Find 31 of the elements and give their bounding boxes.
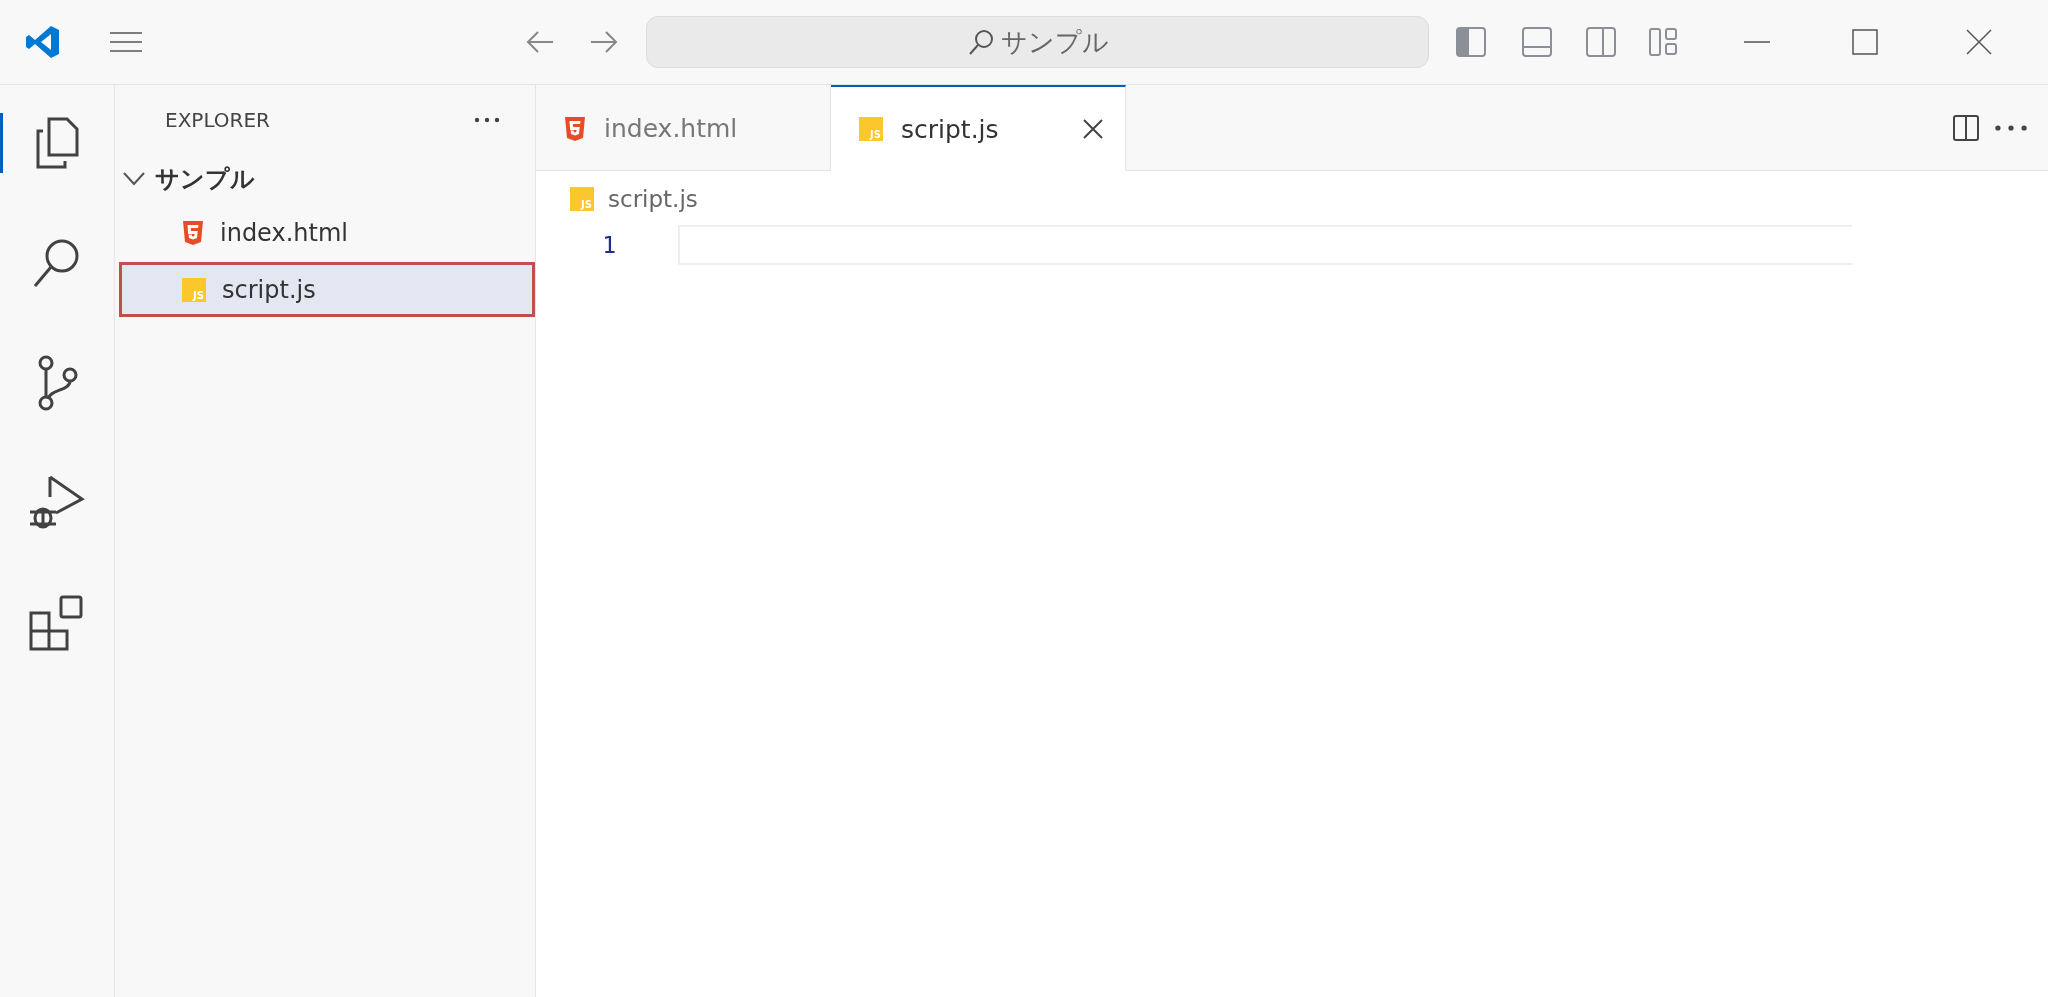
menu-icon[interactable]: [108, 30, 144, 54]
search-field[interactable]: サンプル: [646, 16, 1429, 68]
close-icon[interactable]: [1966, 29, 1992, 55]
js-file-icon: JS: [182, 277, 206, 302]
back-arrow-icon[interactable]: [525, 30, 555, 54]
html-file-icon: [564, 115, 586, 142]
search-icon: [966, 28, 995, 56]
branch-icon[interactable]: [36, 355, 78, 411]
editor-tab[interactable]: JS script.js: [831, 85, 1126, 171]
app-logo-icon: [25, 24, 61, 60]
line-number: 1: [601, 232, 616, 258]
split-layout-icon[interactable]: [1585, 26, 1617, 58]
extensions-icon[interactable]: [28, 594, 86, 652]
sidebar-layout-icon[interactable]: [1455, 26, 1487, 58]
panel-layout-icon[interactable]: [1521, 26, 1553, 58]
customize-layout-icon[interactable]: [1648, 27, 1678, 57]
files-icon[interactable]: [35, 117, 79, 169]
split-editor-icon[interactable]: [1952, 113, 1980, 142]
forward-arrow-icon[interactable]: [589, 30, 619, 54]
html-file-icon: [182, 219, 204, 246]
more-icon[interactable]: [474, 117, 500, 123]
file-item[interactable]: index.html: [119, 205, 535, 260]
minimize-icon[interactable]: [1743, 40, 1771, 44]
file-item[interactable]: JS script.js: [119, 262, 535, 317]
breadcrumb[interactable]: script.js: [608, 186, 698, 212]
js-file-icon: JS: [859, 117, 883, 141]
close-icon[interactable]: [1083, 119, 1103, 139]
maximize-icon[interactable]: [1852, 29, 1878, 55]
folder-item[interactable]: サンプル: [115, 155, 535, 203]
sidebar-title: EXPLORER: [165, 108, 270, 132]
js-file-icon: JS: [570, 187, 594, 211]
